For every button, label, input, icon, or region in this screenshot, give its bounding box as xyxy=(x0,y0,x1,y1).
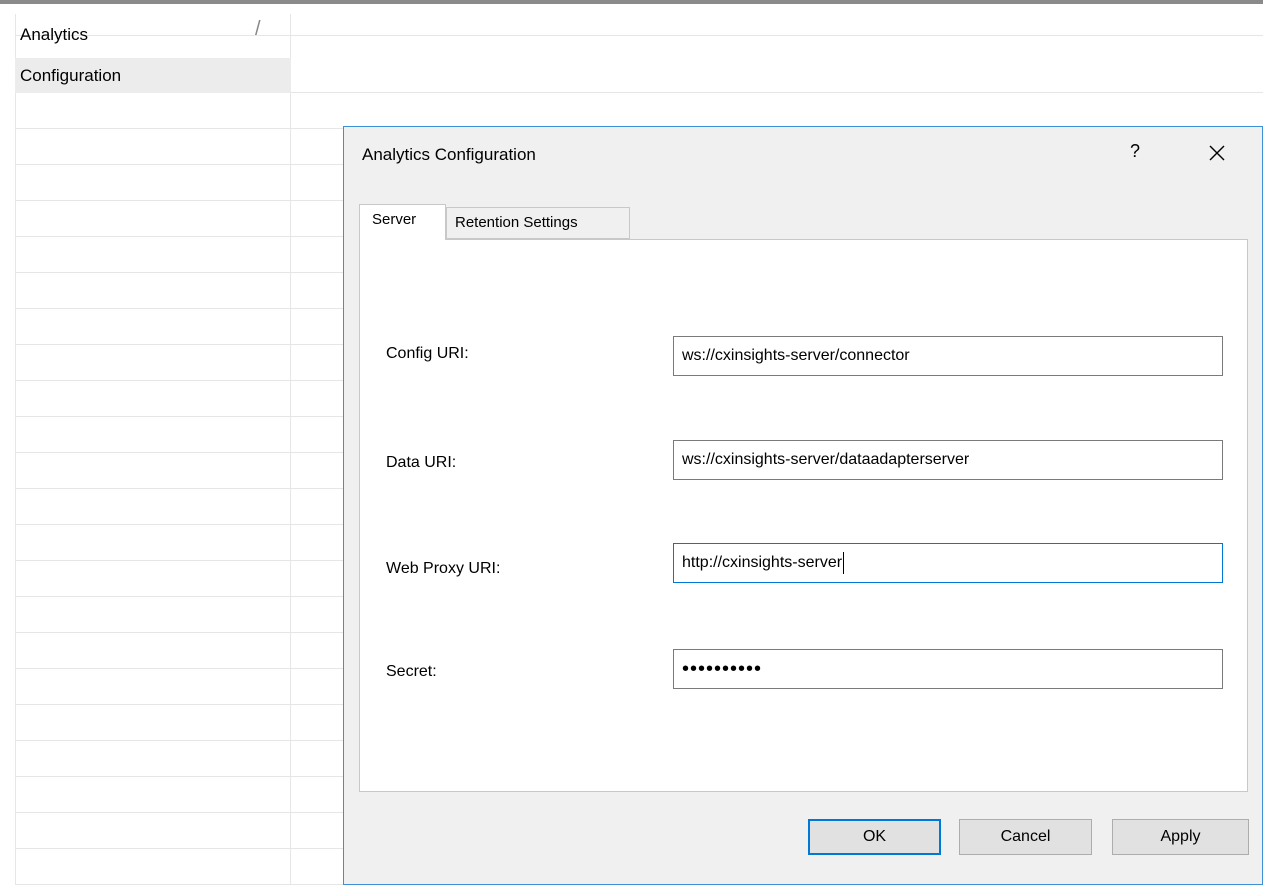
web-proxy-uri-input[interactable]: http://cxinsights-server xyxy=(673,543,1223,583)
config-uri-input[interactable]: ws://cxinsights-server/connector xyxy=(673,336,1223,376)
tree-item-marker: / xyxy=(255,18,261,40)
text-caret xyxy=(843,551,845,574)
grid-row xyxy=(15,93,1263,129)
server-tab-panel: Config URI: ws://cxinsights-server/conne… xyxy=(359,239,1248,792)
data-uri-label: Data URI: xyxy=(386,454,457,471)
tab-retention-settings[interactable]: Retention Settings xyxy=(446,207,630,239)
apply-button[interactable]: Apply xyxy=(1112,819,1249,855)
grid-row xyxy=(15,0,1263,36)
web-proxy-uri-label: Web Proxy URI: xyxy=(386,560,501,577)
cancel-button[interactable]: Cancel xyxy=(959,819,1092,855)
tab-server[interactable]: Server xyxy=(359,204,446,240)
ok-button[interactable]: OK xyxy=(808,819,941,855)
config-uri-label: Config URI: xyxy=(386,345,469,362)
help-button[interactable]: ? xyxy=(1124,141,1146,167)
secret-label: Secret: xyxy=(386,663,437,680)
data-uri-input[interactable]: ws://cxinsights-server/dataadapterserver xyxy=(673,440,1223,480)
close-button[interactable] xyxy=(1204,141,1230,167)
secret-password-input[interactable]: •••••••••• xyxy=(673,649,1223,689)
dialog-title: Analytics Configuration xyxy=(362,145,536,164)
analytics-configuration-dialog: Analytics Configuration ? Server Retenti… xyxy=(343,126,1263,885)
tree-item-analytics[interactable]: Analytics xyxy=(20,20,88,50)
web-proxy-uri-value: http://cxinsights-server xyxy=(682,554,843,571)
close-icon xyxy=(1209,145,1225,161)
tree-item-configuration[interactable]: Configuration xyxy=(15,58,291,93)
